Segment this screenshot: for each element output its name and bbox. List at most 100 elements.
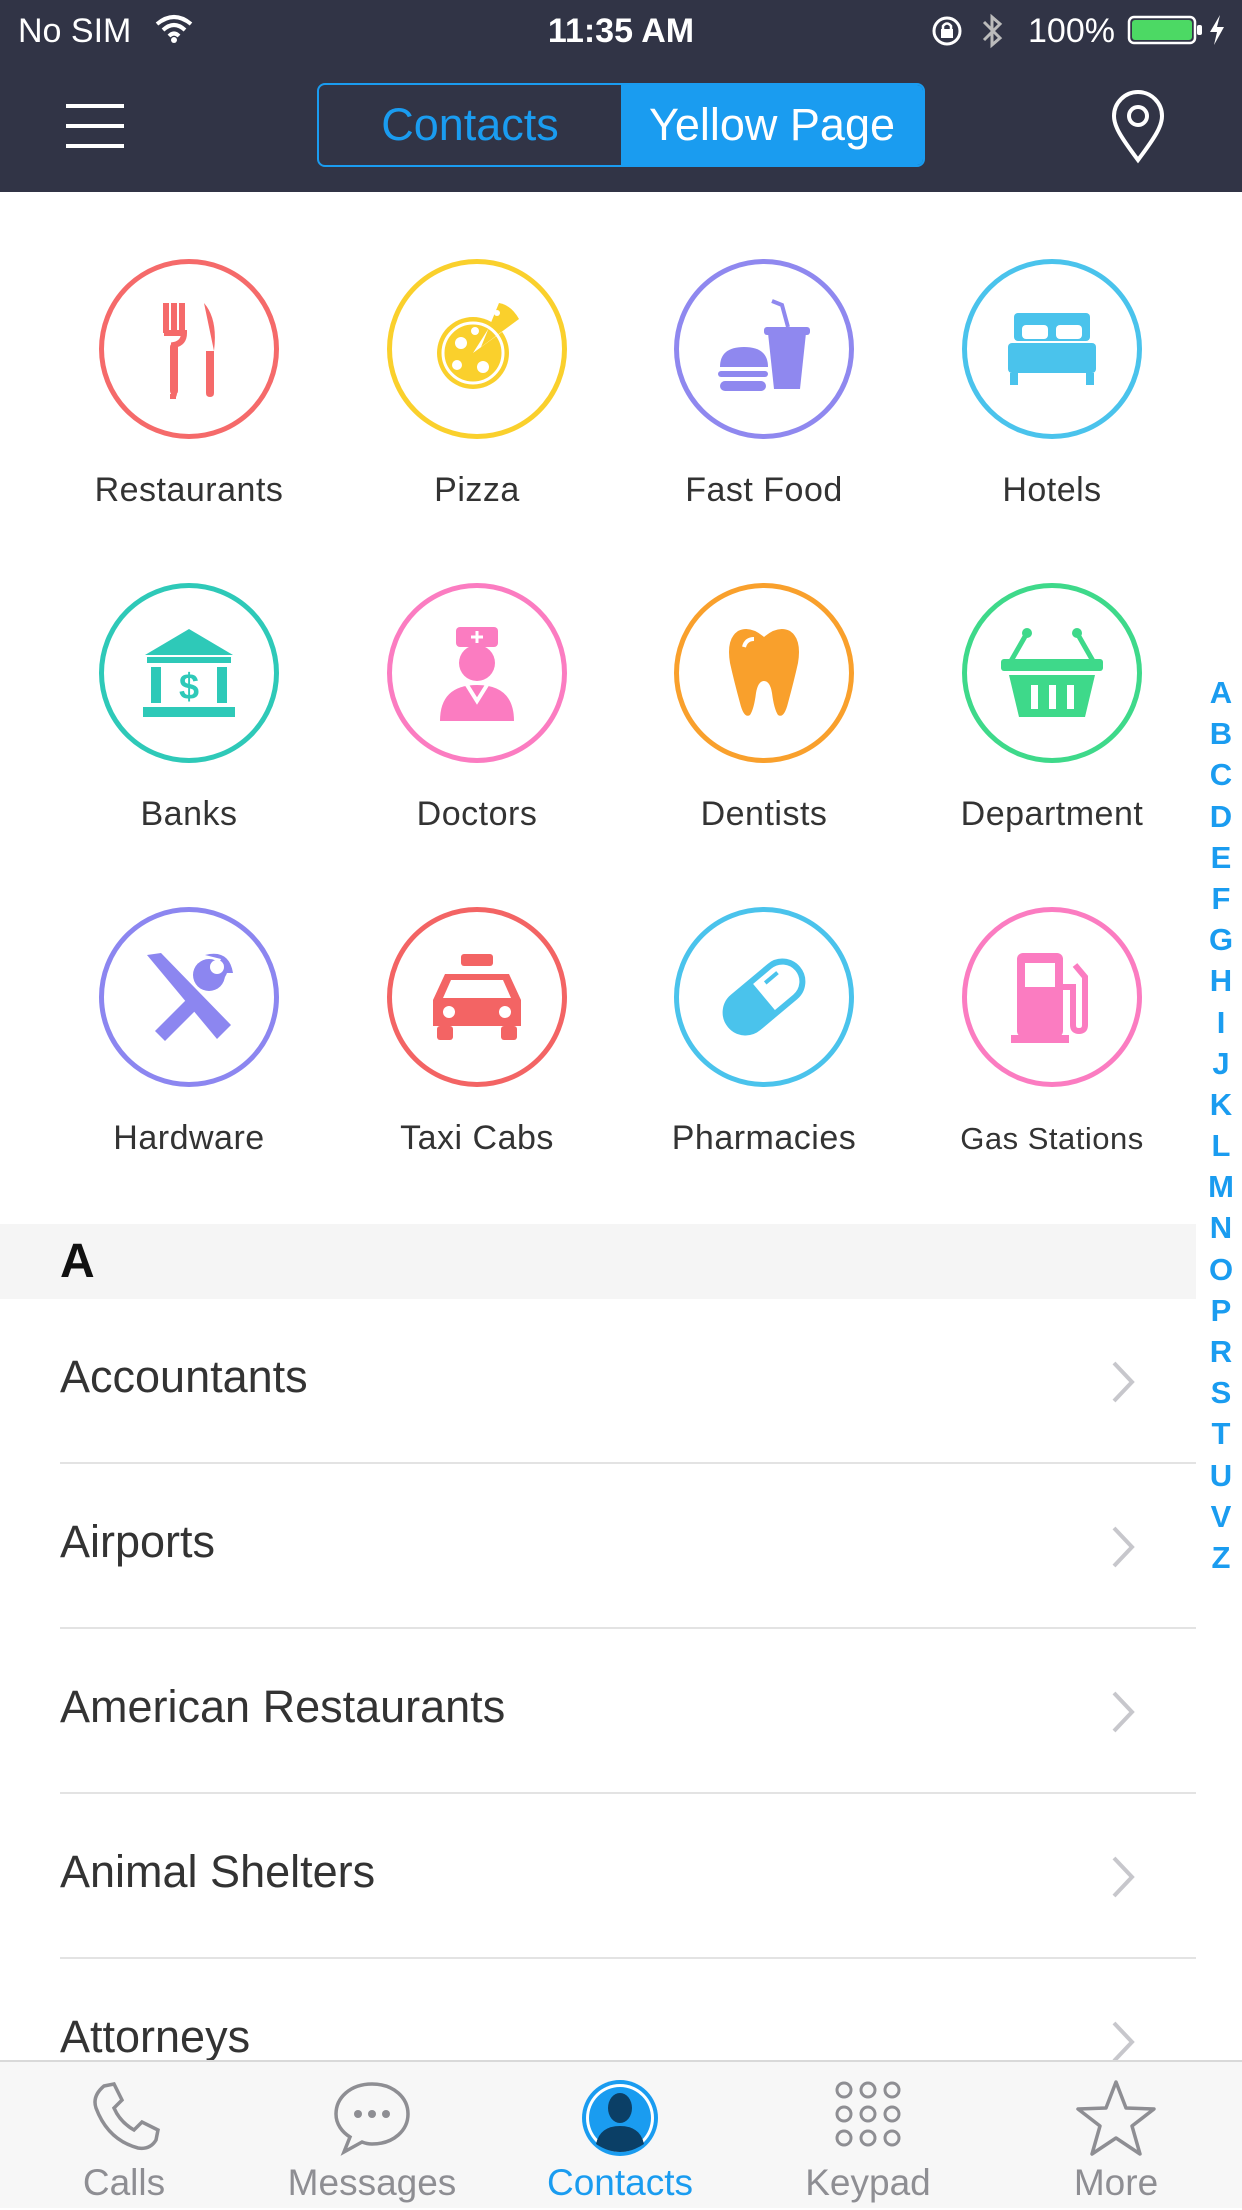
index-letter[interactable]: H bbox=[1200, 960, 1242, 1001]
index-letter[interactable]: V bbox=[1200, 1496, 1242, 1537]
tools-icon bbox=[99, 907, 279, 1087]
bed-icon bbox=[962, 259, 1142, 439]
tab-label: Calls bbox=[82, 2162, 166, 2203]
tab-label: Messages bbox=[287, 2162, 457, 2203]
tab-label: Keypad bbox=[805, 2162, 931, 2203]
chevron-right-icon bbox=[1110, 1689, 1138, 1740]
list-item-label: Accountants bbox=[60, 1351, 308, 1402]
chat-bubble-icon bbox=[332, 2078, 412, 2158]
list-item[interactable]: Airports bbox=[0, 1464, 1196, 1629]
category-label: Banks bbox=[140, 795, 238, 833]
category-gas-stations[interactable]: Gas Stations bbox=[908, 907, 1196, 1187]
category-doctors[interactable]: Doctors bbox=[333, 583, 621, 863]
list-item-label: Attorneys bbox=[60, 2011, 251, 2062]
index-letter[interactable]: L bbox=[1200, 1125, 1242, 1166]
category-label: Dentists bbox=[700, 795, 828, 833]
category-pharmacies[interactable]: Pharmacies bbox=[620, 907, 908, 1187]
segmented-control: Contacts Yellow Page bbox=[317, 83, 925, 167]
index-letter[interactable]: I bbox=[1200, 1002, 1242, 1043]
fork-knife-icon bbox=[99, 259, 279, 439]
burger-drink-icon bbox=[674, 259, 854, 439]
category-label: Taxi Cabs bbox=[400, 1119, 554, 1157]
index-letter[interactable]: K bbox=[1200, 1084, 1242, 1125]
section-letter: A bbox=[60, 1235, 95, 1288]
category-label: Restaurants bbox=[94, 471, 284, 509]
index-letter[interactable]: M bbox=[1200, 1166, 1242, 1207]
person-icon bbox=[580, 2078, 660, 2158]
category-hardware[interactable]: Hardware bbox=[45, 907, 333, 1187]
tab-label: More bbox=[1073, 2162, 1159, 2203]
list-item[interactable]: American Restaurants bbox=[0, 1629, 1196, 1794]
list-item-label: American Restaurants bbox=[60, 1681, 506, 1732]
category-label: Pharmacies bbox=[671, 1119, 857, 1157]
list-item-label: Animal Shelters bbox=[60, 1846, 376, 1897]
svg-text:$: $ bbox=[179, 666, 199, 707]
category-label: Fast Food bbox=[685, 471, 843, 509]
list-item[interactable]: Animal Shelters bbox=[0, 1794, 1196, 1959]
alphabet-index: A B C D E F G H I J K L M N O P R S T U … bbox=[1200, 672, 1242, 1578]
battery-percent: 100% bbox=[1028, 12, 1115, 50]
index-letter[interactable]: A bbox=[1200, 672, 1242, 713]
index-letter[interactable]: N bbox=[1200, 1207, 1242, 1248]
nurse-icon bbox=[387, 583, 567, 763]
index-letter[interactable]: P bbox=[1200, 1290, 1242, 1331]
list-item-label: Airports bbox=[60, 1516, 216, 1567]
hamburger-menu-icon[interactable] bbox=[66, 104, 128, 148]
tab-keypad[interactable]: Keypad bbox=[744, 2062, 992, 2210]
tab-bar: Calls Messages Contacts Keypad More bbox=[0, 2060, 1242, 2208]
tooth-icon bbox=[674, 583, 854, 763]
index-letter[interactable]: Z bbox=[1200, 1537, 1242, 1578]
tab-label: Contacts bbox=[546, 2162, 693, 2203]
index-letter[interactable]: J bbox=[1200, 1043, 1242, 1084]
index-letter[interactable]: D bbox=[1200, 796, 1242, 837]
segment-contacts[interactable]: Contacts bbox=[319, 85, 621, 165]
bluetooth-icon bbox=[980, 12, 1006, 59]
gas-pump-icon bbox=[962, 907, 1142, 1087]
index-letter[interactable]: C bbox=[1200, 754, 1242, 795]
section-header: A bbox=[0, 1224, 1196, 1299]
chevron-right-icon bbox=[1110, 1854, 1138, 1905]
index-letter[interactable]: O bbox=[1200, 1249, 1242, 1290]
phone-icon bbox=[84, 2078, 164, 2158]
category-label: Hardware bbox=[113, 1119, 265, 1157]
pill-icon bbox=[674, 907, 854, 1087]
category-taxi-cabs[interactable]: Taxi Cabs bbox=[333, 907, 621, 1187]
index-letter[interactable]: G bbox=[1200, 919, 1242, 960]
tab-calls[interactable]: Calls bbox=[0, 2062, 248, 2210]
category-banks[interactable]: $ Banks bbox=[45, 583, 333, 863]
category-label: Hotels bbox=[1002, 471, 1102, 509]
index-letter[interactable]: E bbox=[1200, 837, 1242, 878]
tab-messages[interactable]: Messages bbox=[248, 2062, 496, 2210]
index-letter[interactable]: F bbox=[1200, 878, 1242, 919]
category-label: Doctors bbox=[416, 795, 538, 833]
segment-yellow-page[interactable]: Yellow Page bbox=[621, 85, 923, 165]
tab-contacts[interactable]: Contacts bbox=[496, 2062, 744, 2210]
category-label: Department bbox=[960, 795, 1144, 833]
status-bar: No SIM 11:35 AM 100% bbox=[0, 0, 1242, 62]
category-pizza[interactable]: Pizza bbox=[333, 259, 621, 539]
category-label: Pizza bbox=[434, 471, 520, 509]
chevron-right-icon bbox=[1110, 1524, 1138, 1575]
charging-bolt-icon bbox=[1206, 13, 1228, 56]
app-header: No SIM 11:35 AM 100% Contacts Yellow Pag… bbox=[0, 0, 1242, 192]
index-letter[interactable]: R bbox=[1200, 1331, 1242, 1372]
index-letter[interactable]: T bbox=[1200, 1413, 1242, 1454]
category-label: Gas Stations bbox=[960, 1121, 1144, 1156]
category-hotels[interactable]: Hotels bbox=[908, 259, 1196, 539]
battery-icon bbox=[1127, 14, 1203, 55]
keypad-icon bbox=[828, 2078, 908, 2158]
rotation-lock-icon bbox=[930, 14, 964, 57]
category-restaurants[interactable]: Restaurants bbox=[45, 259, 333, 539]
index-letter[interactable]: U bbox=[1200, 1455, 1242, 1496]
category-dentists[interactable]: Dentists bbox=[620, 583, 908, 863]
index-letter[interactable]: S bbox=[1200, 1372, 1242, 1413]
location-pin-icon[interactable] bbox=[1110, 90, 1166, 164]
chevron-right-icon bbox=[1110, 1359, 1138, 1410]
basket-icon bbox=[962, 583, 1142, 763]
category-department[interactable]: Department bbox=[908, 583, 1196, 863]
bank-icon: $ bbox=[99, 583, 279, 763]
tab-more[interactable]: More bbox=[992, 2062, 1240, 2210]
list-item[interactable]: Accountants bbox=[0, 1299, 1196, 1464]
index-letter[interactable]: B bbox=[1200, 713, 1242, 754]
category-fast-food[interactable]: Fast Food bbox=[620, 259, 908, 539]
